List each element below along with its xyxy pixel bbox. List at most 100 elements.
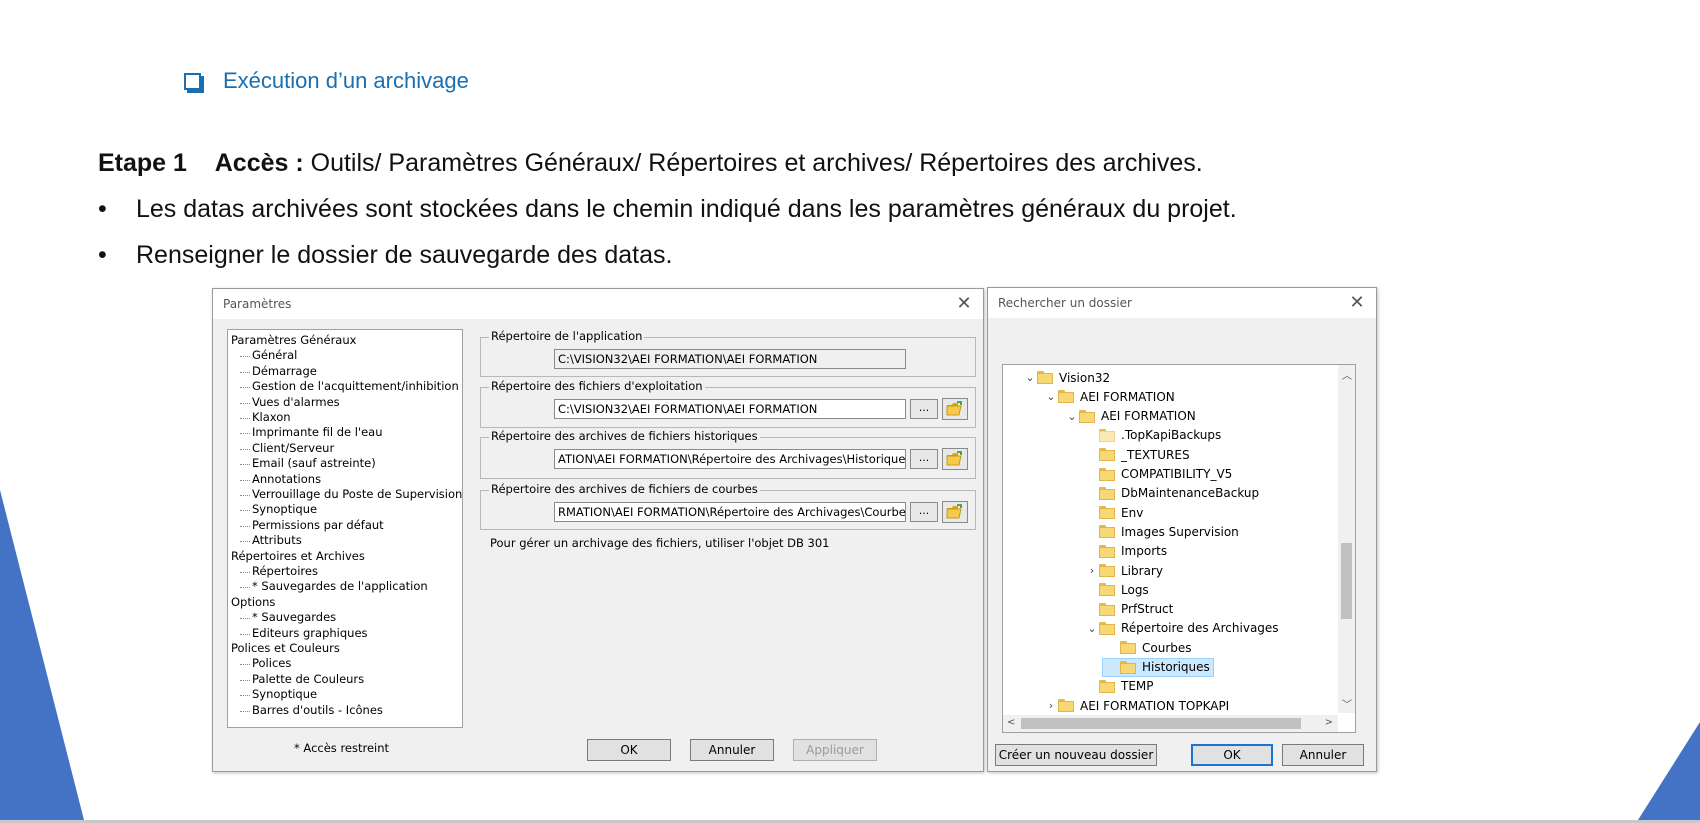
- tree-category[interactable]: Répertoires et Archives: [231, 549, 365, 564]
- tree-item[interactable]: Palette de Couleurs: [239, 672, 364, 687]
- apply-button[interactable]: Appliquer: [793, 739, 877, 761]
- vertical-scrollbar[interactable]: ︿ ﹀: [1338, 365, 1355, 713]
- folder-icon: [1099, 467, 1115, 481]
- tree-item[interactable]: Vues d'alarmes: [240, 395, 340, 410]
- group-curve-archives: Répertoire des archives de fichiers de c…: [480, 482, 976, 530]
- tree-item[interactable]: Attributs: [240, 533, 302, 548]
- tree-item[interactable]: Annotations: [239, 472, 321, 487]
- chevron-down-icon[interactable]: ⌄: [1044, 390, 1058, 403]
- scroll-down-icon[interactable]: ﹀: [1342, 696, 1352, 711]
- folder-label: TEMP: [1121, 679, 1154, 694]
- folder-row[interactable]: _TEXTURES: [1085, 445, 1190, 464]
- browse-button[interactable]: ...: [910, 502, 938, 522]
- tree-item[interactable]: Démarrage: [240, 364, 317, 379]
- settings-tree: Paramètres Généraux Général Démarrage Gesti…: [227, 329, 463, 728]
- step-label: Etape 1: [98, 149, 187, 177]
- tree-item[interactable]: Synoptique: [239, 687, 317, 702]
- tree-item[interactable]: Verrouillage du Poste de Supervision: [239, 487, 462, 502]
- tree-item[interactable]: * Sauvegardes: [239, 610, 336, 625]
- restricted-access-note: * Accès restreint: [294, 741, 390, 755]
- tree-item[interactable]: Synoptique: [239, 502, 317, 517]
- curve-archives-field[interactable]: RMATION\AEI FORMATION\Répertoire des Arc…: [554, 502, 906, 522]
- tree-item[interactable]: Editeurs graphiques: [240, 626, 368, 641]
- folder-row[interactable]: Images Supervision: [1085, 522, 1239, 541]
- folder-row[interactable]: ⌄ Vision32: [1023, 368, 1110, 387]
- close-icon[interactable]: ✕: [955, 295, 973, 313]
- chevron-down-icon[interactable]: ⌄: [1065, 410, 1079, 423]
- folder-icon: [1058, 390, 1074, 404]
- tree-item[interactable]: Général: [239, 348, 297, 363]
- tree-item[interactable]: Permissions par défaut: [240, 518, 384, 533]
- ok-button[interactable]: OK: [587, 739, 671, 761]
- chevron-down-icon[interactable]: ⌄: [1085, 622, 1099, 635]
- folder-row[interactable]: › AEI FORMATION TOPKAPI: [1044, 696, 1229, 715]
- folder-row[interactable]: Logs: [1085, 580, 1149, 599]
- browse-button[interactable]: ...: [910, 399, 938, 419]
- folder-icon: [1120, 641, 1136, 655]
- folder-row[interactable]: ⌄ Répertoire des Archivages: [1085, 619, 1278, 638]
- horizontal-scrollbar[interactable]: < >: [1003, 715, 1338, 732]
- folder-row[interactable]: Imports: [1085, 542, 1167, 561]
- bullet-item: • Les datas archivées sont stockées dans…: [98, 195, 1237, 224]
- cancel-button[interactable]: Annuler: [1282, 744, 1364, 766]
- browse-folder-dialog: Rechercher un dossier ✕ ⌄ Vision32 ⌄ AEI FO…: [987, 287, 1377, 772]
- tree-item[interactable]: Gestion de l'acquittement/inhibition: [240, 379, 459, 394]
- tree-item[interactable]: Client/Serveur: [239, 441, 334, 456]
- folder-row[interactable]: Courbes: [1106, 638, 1192, 657]
- folder-row[interactable]: Env: [1085, 503, 1143, 522]
- tree-item[interactable]: Imprimante fil de l'eau: [240, 425, 383, 440]
- bullet-dot: •: [98, 195, 107, 223]
- decorative-triangle-right: [1638, 722, 1700, 820]
- chevron-right-icon[interactable]: ›: [1044, 699, 1058, 712]
- browse-button[interactable]: ...: [910, 449, 938, 469]
- section-title-text: Exécution d’un archivage: [223, 68, 469, 93]
- group-label: Répertoire des fichiers d'exploitation: [489, 379, 705, 393]
- scroll-right-icon[interactable]: >: [1325, 717, 1333, 728]
- folder-row[interactable]: ⌄ AEI FORMATION: [1044, 387, 1175, 406]
- folder-row[interactable]: TEMP: [1085, 677, 1154, 696]
- tree-item[interactable]: * Sauvegardes de l'application: [240, 579, 428, 594]
- folder-icon: [1079, 409, 1095, 423]
- folder-row[interactable]: › Library: [1085, 561, 1163, 580]
- tree-category[interactable]: Paramètres Généraux: [231, 333, 356, 348]
- chevron-right-icon[interactable]: ›: [1085, 564, 1099, 577]
- folder-row[interactable]: PrfStruct: [1085, 600, 1173, 619]
- cancel-button[interactable]: Annuler: [690, 739, 774, 761]
- folder-label: PrfStruct: [1121, 602, 1174, 617]
- scrollbar-thumb[interactable]: [1341, 543, 1352, 619]
- scroll-up-icon[interactable]: ︿: [1342, 367, 1352, 382]
- tree-item[interactable]: Répertoires: [240, 564, 318, 579]
- folder-label: .TopKapiBackups: [1121, 428, 1222, 443]
- folder-label: Library: [1121, 563, 1163, 578]
- tree-item[interactable]: Barres d'outils - Icônes: [240, 703, 383, 718]
- folder-label: COMPATIBILITY_V5: [1121, 467, 1233, 481]
- tree-category[interactable]: Options: [231, 595, 275, 610]
- scrollbar-thumb[interactable]: [1021, 718, 1301, 729]
- history-archives-field[interactable]: ATION\AEI FORMATION\Répertoire des Archi…: [554, 449, 906, 469]
- ok-button[interactable]: OK: [1191, 744, 1273, 766]
- open-folder-button[interactable]: [942, 398, 968, 420]
- scroll-left-icon[interactable]: <: [1007, 717, 1015, 728]
- folder-icon: [1099, 602, 1115, 616]
- new-folder-button[interactable]: Créer un nouveau dossier: [995, 744, 1157, 766]
- folder-row[interactable]: DbMaintenanceBackup: [1085, 484, 1259, 503]
- folder-row[interactable]: .TopKapiBackups: [1085, 426, 1221, 445]
- access-path: Outils/ Paramètres Généraux/ Répertoires…: [310, 149, 1203, 177]
- folder-icon: [1099, 621, 1115, 635]
- chevron-down-icon[interactable]: ⌄: [1023, 371, 1037, 384]
- tree-item[interactable]: Polices: [239, 656, 291, 671]
- folder-row[interactable]: COMPATIBILITY_V5: [1085, 465, 1232, 484]
- app-directory-field[interactable]: C:\VISION32\AEI FORMATION\AEI FORMATION: [554, 349, 906, 369]
- close-icon[interactable]: ✕: [1348, 294, 1366, 312]
- tree-item[interactable]: Klaxon: [240, 410, 291, 425]
- tree-item[interactable]: Email (sauf astreinte): [240, 456, 376, 471]
- folder-icon: [1099, 679, 1115, 693]
- folder-row[interactable]: Historiques: [1102, 657, 1214, 677]
- folder-row[interactable]: ⌄ AEI FORMATION: [1065, 407, 1195, 426]
- tree-category[interactable]: Polices et Couleurs: [231, 641, 340, 656]
- folder-label: AEI FORMATION: [1080, 389, 1175, 404]
- exploitation-directory-field[interactable]: C:\VISION32\AEI FORMATION\AEI FORMATION: [554, 399, 906, 419]
- open-folder-button[interactable]: [942, 448, 968, 470]
- open-folder-button[interactable]: [942, 501, 968, 523]
- parameters-dialog: Paramètres ✕ Paramètres Généraux Général D…: [212, 288, 984, 772]
